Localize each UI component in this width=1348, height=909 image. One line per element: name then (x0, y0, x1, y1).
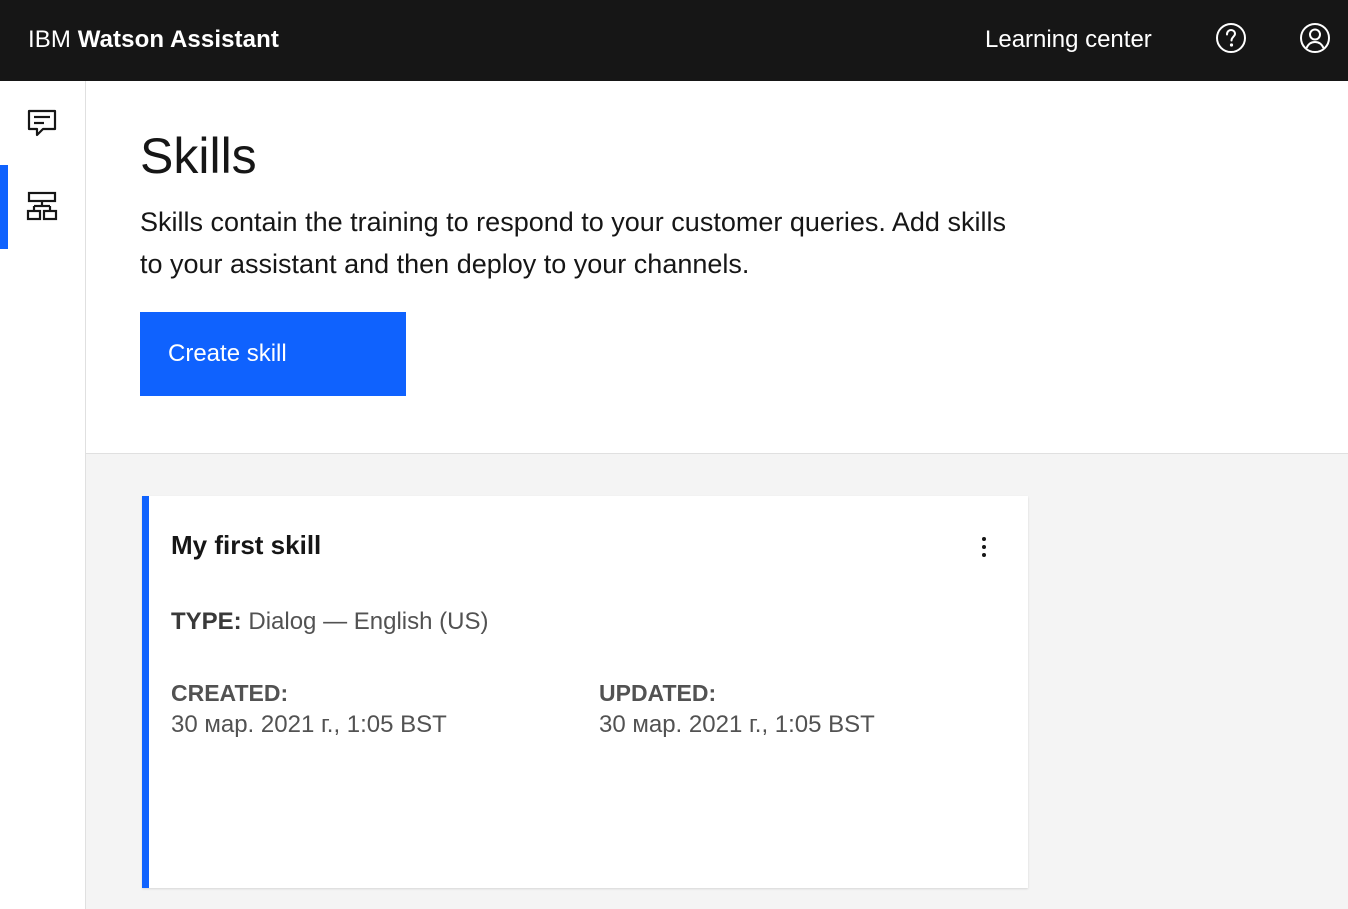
skill-created: CREATED: 30 мар. 2021 г., 1:05 BST (171, 680, 447, 739)
skill-title: My first skill (171, 530, 322, 560)
create-skill-button[interactable]: Create skill (140, 312, 406, 396)
skill-type-value: Dialog — English (US) (248, 608, 489, 635)
left-navigation (0, 81, 86, 909)
brand-ibm: IBM (28, 26, 71, 53)
updated-value: 30 мар. 2021 г., 1:05 BST (599, 711, 875, 738)
skill-type-label: TYPE: (171, 608, 242, 635)
page-header: Skills Skills contain the training to re… (86, 81, 1348, 454)
skills-icon (26, 191, 58, 221)
sidebar-item-assistants[interactable] (0, 81, 85, 165)
learning-center-link[interactable]: Learning center (985, 26, 1152, 54)
skill-card[interactable]: My first skill TYPE: Dialog — English (U… (142, 496, 1028, 888)
skill-type: TYPE: Dialog — English (US) (171, 608, 488, 636)
skill-updated: UPDATED: 30 мар. 2021 г., 1:05 BST (599, 680, 875, 739)
user-avatar-icon[interactable] (1299, 22, 1331, 54)
page-description: Skills contain the training to respond t… (140, 207, 1006, 279)
brand-product: Watson Assistant (77, 26, 279, 53)
chat-icon (27, 109, 57, 137)
overflow-menu-icon[interactable] (969, 532, 999, 562)
page-title: Skills (140, 128, 257, 184)
skills-list: My first skill TYPE: Dialog — English (U… (86, 454, 1348, 909)
top-header: IBM Watson Assistant Learning center (0, 0, 1348, 81)
help-icon[interactable] (1215, 22, 1247, 54)
sidebar-item-skills[interactable] (0, 165, 85, 249)
updated-label: UPDATED: (599, 680, 717, 706)
product-name[interactable]: IBM Watson Assistant (28, 26, 279, 54)
created-label: CREATED: (171, 680, 289, 706)
created-value: 30 мар. 2021 г., 1:05 BST (171, 711, 447, 738)
